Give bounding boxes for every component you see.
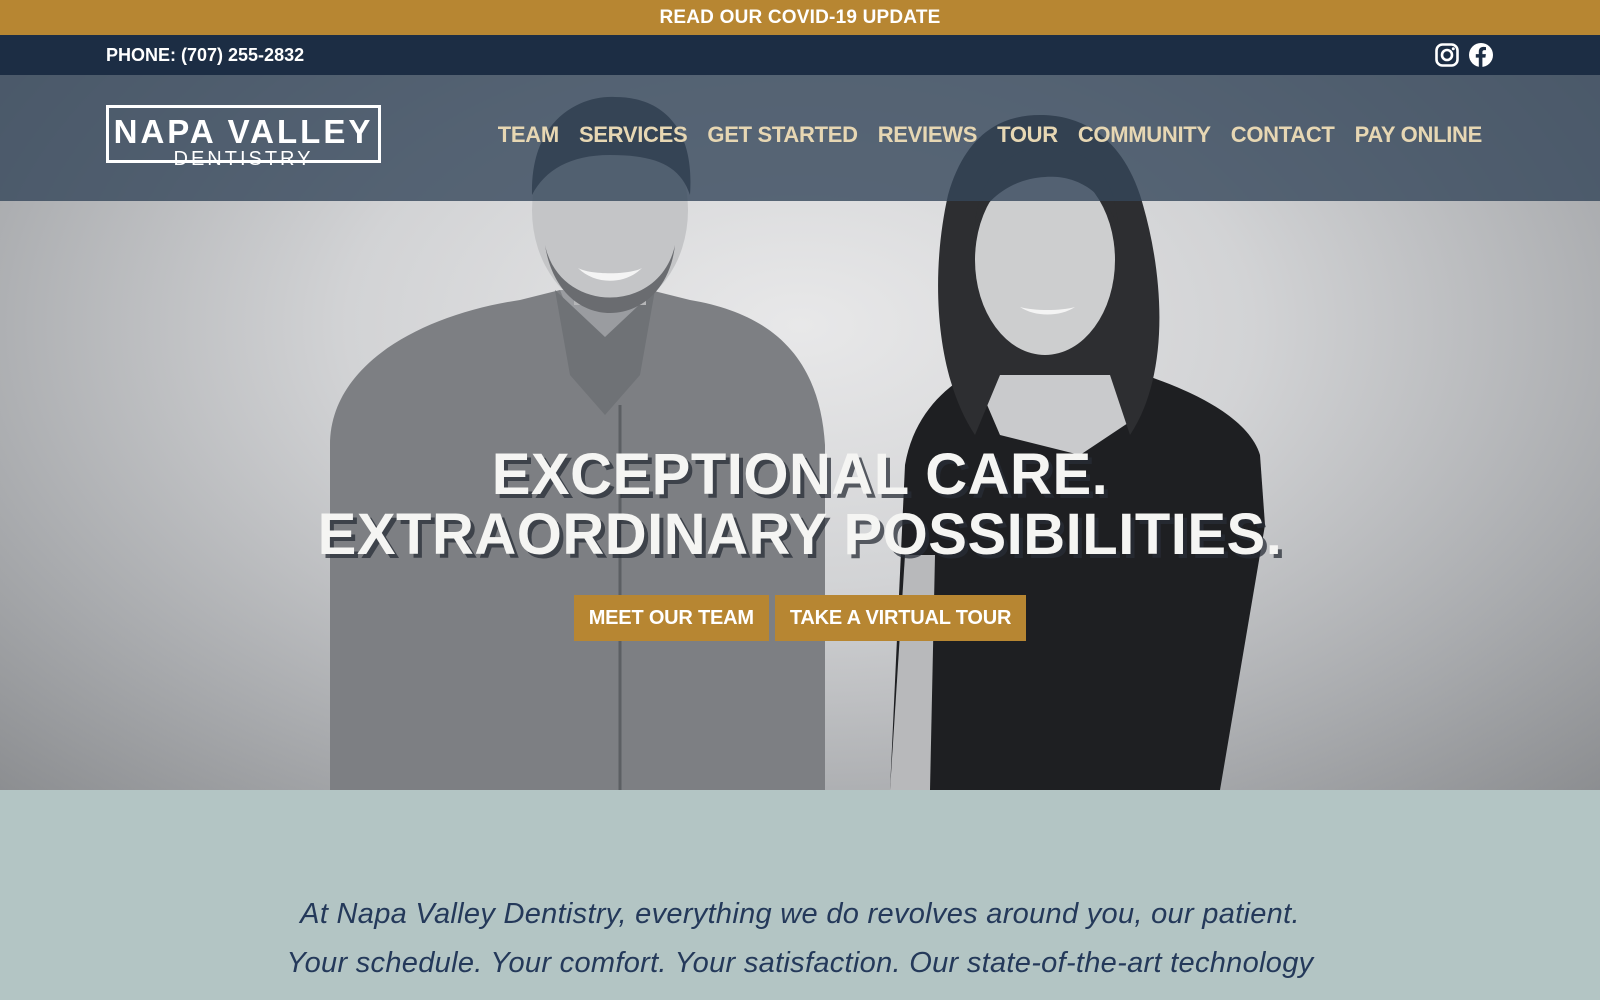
- intro-section: At Napa Valley Dentistry, everything we …: [0, 790, 1600, 1000]
- nav-item-tour[interactable]: TOUR: [997, 122, 1058, 148]
- nav-item-reviews[interactable]: REVIEWS: [878, 122, 978, 148]
- logo-line-1: NAPA VALLEY: [113, 113, 374, 150]
- instagram-icon[interactable]: [1434, 42, 1460, 68]
- nav-item-community[interactable]: COMMUNITY: [1078, 122, 1211, 148]
- hero-cta-group: MEET OUR TEAM TAKE A VIRTUAL TOUR: [0, 595, 1600, 641]
- hero-headline: EXCEPTIONAL CARE. EXTRAORDINARY POSSIBIL…: [0, 445, 1600, 565]
- meet-our-team-button[interactable]: MEET OUR TEAM: [573, 595, 769, 641]
- intro-text-line-1: At Napa Valley Dentistry, everything we …: [300, 898, 1300, 930]
- hero-section: NAPA VALLEY DENTISTRY TEAM SERVICES GET …: [0, 75, 1600, 790]
- intro-text-line-2: Your schedule. Your comfort. Your satisf…: [286, 947, 1314, 979]
- hero-headline-line-2: EXTRAORDINARY POSSIBILITIES.: [317, 502, 1283, 567]
- main-nav: TEAM SERVICES GET STARTED REVIEWS TOUR C…: [498, 122, 1483, 148]
- nav-item-contact[interactable]: CONTACT: [1231, 122, 1335, 148]
- nav-item-services[interactable]: SERVICES: [579, 122, 688, 148]
- virtual-tour-button[interactable]: TAKE A VIRTUAL TOUR: [774, 595, 1027, 641]
- nav-item-get-started[interactable]: GET STARTED: [707, 122, 858, 148]
- nav-item-team[interactable]: TEAM: [498, 122, 559, 148]
- covid-update-link[interactable]: READ OUR COVID-19 UPDATE: [659, 7, 940, 29]
- phone-number[interactable]: PHONE: (707) 255-2832: [106, 35, 304, 75]
- nav-item-pay-online[interactable]: PAY ONLINE: [1355, 122, 1483, 148]
- header-nav-bar: NAPA VALLEY DENTISTRY TEAM SERVICES GET …: [0, 75, 1600, 201]
- facebook-icon[interactable]: [1468, 42, 1494, 68]
- contact-bar: PHONE: (707) 255-2832: [0, 35, 1600, 75]
- site-logo[interactable]: NAPA VALLEY DENTISTRY: [106, 105, 381, 169]
- covid-update-banner[interactable]: READ OUR COVID-19 UPDATE: [0, 0, 1600, 35]
- social-links: [1434, 42, 1494, 68]
- hero-headline-line-1: EXCEPTIONAL CARE.: [491, 442, 1109, 507]
- logo-line-2: DENTISTRY: [173, 148, 314, 170]
